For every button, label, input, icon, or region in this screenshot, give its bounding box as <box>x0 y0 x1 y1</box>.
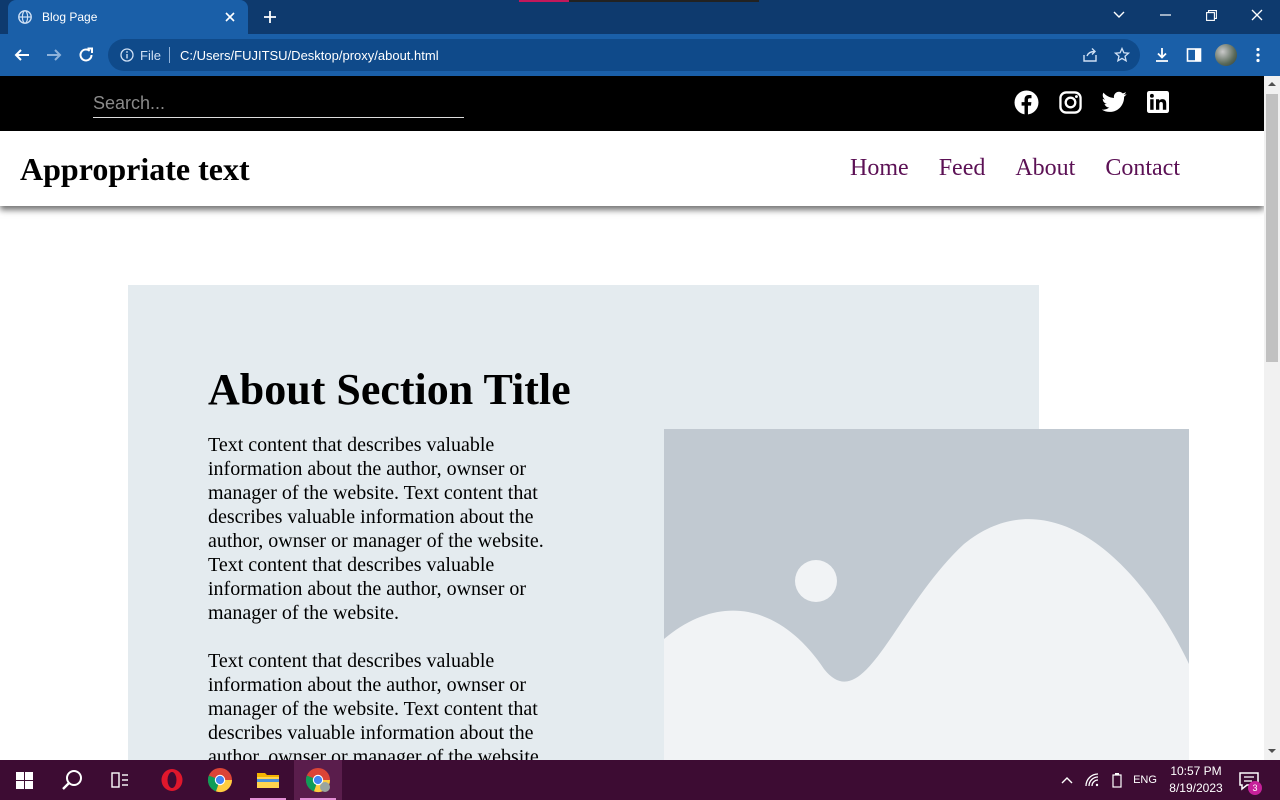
scroll-down-icon[interactable] <box>1268 747 1276 755</box>
main-nav: Home Feed About Contact <box>850 155 1180 182</box>
tab-title: Blog Page <box>42 10 98 24</box>
tab-blog-page[interactable]: Blog Page <box>8 0 248 34</box>
nav-about[interactable]: About <box>1015 155 1075 182</box>
linkedin-icon[interactable] <box>1145 89 1171 115</box>
tab-strip-accent <box>519 0 569 2</box>
info-icon[interactable] <box>120 48 134 62</box>
reload-button[interactable] <box>74 43 98 67</box>
site-header: Appropriate text Home Feed About Contact <box>0 131 1264 206</box>
scrollbar-thumb[interactable] <box>1266 94 1278 362</box>
about-title: About Section Title <box>208 365 571 414</box>
network-icon[interactable] <box>1082 760 1104 800</box>
file-explorer-icon[interactable] <box>244 760 292 800</box>
minimize-button[interactable] <box>1142 0 1188 30</box>
file-scheme-label: File <box>140 47 161 63</box>
image-placeholder <box>664 429 1189 760</box>
site-top-bar <box>0 76 1264 131</box>
task-view-icon[interactable] <box>96 760 144 800</box>
forward-button[interactable] <box>42 43 66 67</box>
download-icon[interactable] <box>1150 43 1174 67</box>
profile-avatar[interactable] <box>1214 43 1238 67</box>
chrome-active-icon[interactable] <box>294 760 342 800</box>
omnibox-separator <box>168 47 170 63</box>
windows-taskbar: ENG 10:57 PM 8/19/2023 <box>0 760 1280 800</box>
facebook-icon[interactable] <box>1013 89 1039 115</box>
tab-strip-accent-dark <box>569 0 759 2</box>
system-clock[interactable]: 10:57 PM 8/19/2023 <box>1160 763 1232 797</box>
bookmark-star-icon[interactable] <box>1110 43 1134 67</box>
page-scrollbar[interactable] <box>1264 76 1280 760</box>
language-indicator[interactable]: ENG <box>1130 760 1160 800</box>
nav-feed[interactable]: Feed <box>939 155 986 182</box>
close-tab-icon[interactable] <box>222 9 238 25</box>
about-paragraph: Text content that describes valuable inf… <box>208 434 544 624</box>
browser-menu-icon[interactable] <box>1246 43 1270 67</box>
new-tab-button[interactable] <box>260 7 280 27</box>
share-icon[interactable] <box>1078 43 1102 67</box>
nav-home[interactable]: Home <box>850 155 909 182</box>
url-text[interactable]: C:/Users/FUJITSU/Desktop/proxy/about.htm… <box>180 48 439 63</box>
browser-tab-strip: Blog Page <box>0 0 1280 34</box>
side-panel-icon[interactable] <box>1182 43 1206 67</box>
battery-icon[interactable] <box>1106 760 1128 800</box>
close-window-button[interactable] <box>1234 0 1280 30</box>
notification-badge: 3 <box>1248 781 1262 795</box>
search-input[interactable] <box>93 89 464 118</box>
instagram-icon[interactable] <box>1057 89 1083 115</box>
clock-date: 8/19/2023 <box>1169 781 1223 795</box>
show-hidden-icons-icon[interactable] <box>1056 760 1078 800</box>
about-text: Text content that describes valuable inf… <box>208 433 578 760</box>
about-paragraph: Text content that describes valuable inf… <box>208 650 544 760</box>
windows-start-icon[interactable] <box>0 760 48 800</box>
browser-toolbar: File C:/Users/FUJITSU/Desktop/proxy/abou… <box>0 34 1280 76</box>
tab-search-icon[interactable] <box>1096 0 1142 30</box>
clock-time: 10:57 PM <box>1170 764 1222 778</box>
globe-icon <box>18 10 32 24</box>
search-icon[interactable] <box>48 760 96 800</box>
opera-icon[interactable] <box>148 760 196 800</box>
restore-button[interactable] <box>1188 0 1234 30</box>
address-bar[interactable]: File C:/Users/FUJITSU/Desktop/proxy/abou… <box>108 39 1140 71</box>
page-viewport: Appropriate text Home Feed About Contact… <box>0 76 1264 760</box>
scroll-up-icon[interactable] <box>1268 80 1276 88</box>
site-brand[interactable]: Appropriate text <box>20 151 250 188</box>
back-button[interactable] <box>10 43 34 67</box>
twitter-icon[interactable] <box>1101 89 1127 115</box>
nav-contact[interactable]: Contact <box>1105 155 1180 182</box>
chrome-icon[interactable] <box>196 760 244 800</box>
